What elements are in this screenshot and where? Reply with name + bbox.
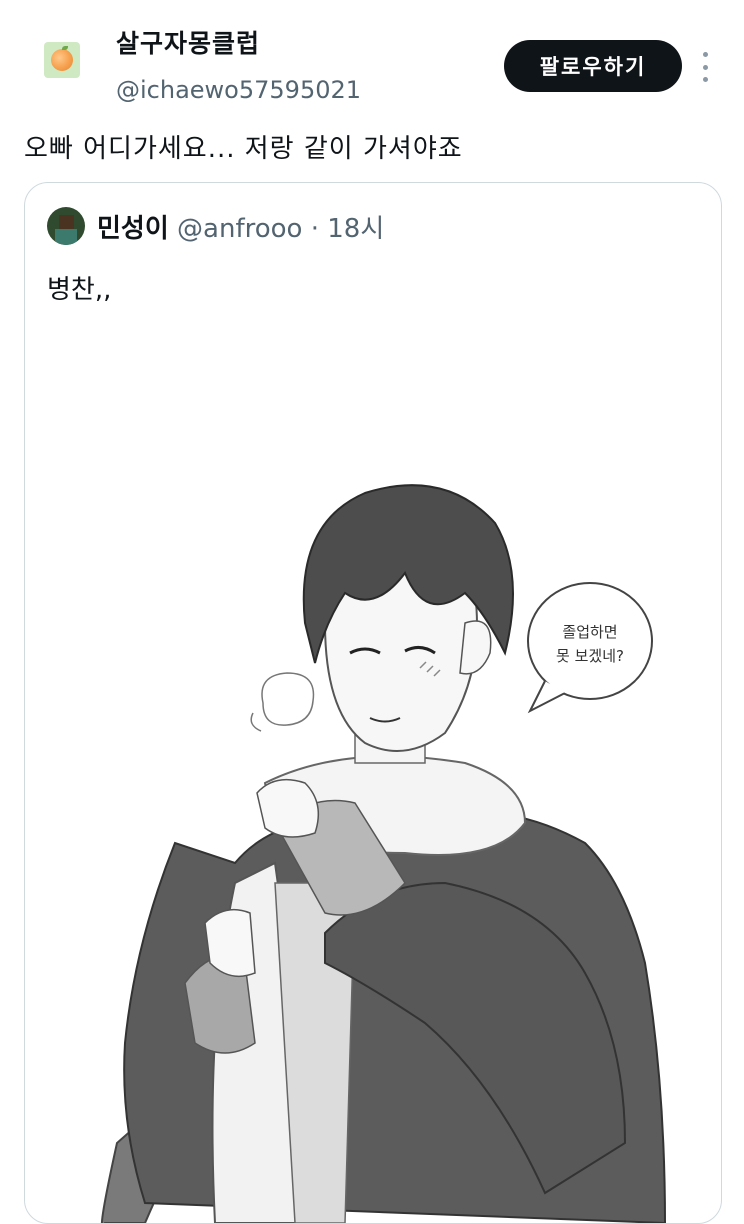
more-options-icon[interactable] (697, 52, 713, 82)
separator-dot: · (310, 214, 319, 244)
quoted-tweet-card[interactable]: 민성이 @anfrooo · 18시 병찬,, 졸업하면 못 보겠네? (24, 182, 722, 1224)
quoted-timestamp[interactable]: 18시 (327, 214, 384, 244)
quoted-author-name[interactable]: 민성이 (97, 214, 169, 244)
peach-icon (51, 46, 73, 71)
quoted-tweet-illustration[interactable]: 졸업하면 못 보겠네? (25, 323, 721, 1223)
speech-bubble-line2: 못 보겠네? (556, 647, 624, 665)
quoted-author-handle[interactable]: @anfrooo (177, 214, 302, 244)
follow-button[interactable]: 팔로우하기 (504, 40, 682, 92)
author-handle[interactable]: @ichaewo57595021 (116, 76, 361, 104)
speech-bubble-line1: 졸업하면 (562, 623, 617, 641)
quoted-tweet-text: 병찬,, (47, 275, 112, 305)
author-display-name[interactable]: 살구자몽클럽 (116, 24, 260, 60)
tweet-text: 오빠 어디가세요... 저랑 같이 가셔야죠 (24, 134, 463, 164)
quoted-tweet-header: 민성이 @anfrooo · 18시 (97, 208, 384, 245)
speech-bubble: 졸업하면 못 보겠네? (527, 582, 653, 714)
author-avatar[interactable] (44, 42, 80, 78)
quoted-author-avatar[interactable] (47, 207, 85, 245)
